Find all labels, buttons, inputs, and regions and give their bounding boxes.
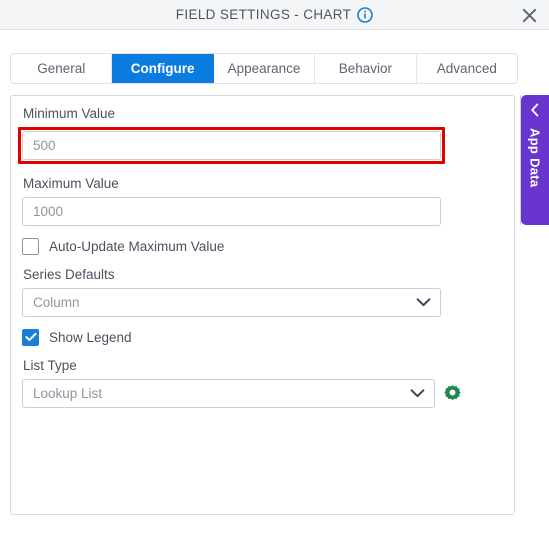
dialog-title-group: FIELD SETTINGS - CHART xyxy=(0,0,549,29)
app-data-label: App Data xyxy=(527,128,543,188)
tab-general[interactable]: General xyxy=(11,54,113,83)
tab-behavior[interactable]: Behavior xyxy=(315,54,417,83)
configure-panel: Minimum Value 500 Maximum Value 1000 Aut… xyxy=(10,95,515,515)
dialog-titlebar: FIELD SETTINGS - CHART xyxy=(0,0,549,30)
page-title: FIELD SETTINGS - CHART xyxy=(175,7,352,22)
auto-update-checkbox[interactable] xyxy=(22,237,39,255)
list-type-select[interactable]: Lookup List xyxy=(22,379,435,408)
show-legend-row[interactable]: Show Legend xyxy=(22,325,462,349)
minimum-value-highlight: 500 xyxy=(18,127,445,164)
list-type-row: Lookup List xyxy=(22,379,462,408)
minimum-value-input[interactable]: 500 xyxy=(22,131,441,160)
chevron-down-icon xyxy=(410,386,425,401)
info-circle-icon[interactable] xyxy=(357,6,374,23)
tab-appearance[interactable]: Appearance xyxy=(213,54,316,83)
minimum-value-label: Minimum Value xyxy=(23,106,116,121)
tab-configure[interactable]: Configure xyxy=(112,54,214,83)
maximum-value-label: Maximum Value xyxy=(23,176,119,191)
list-type-label: List Type xyxy=(23,358,77,373)
show-legend-checkbox[interactable] xyxy=(22,328,39,346)
app-data-panel-tab[interactable]: App Data xyxy=(521,95,549,225)
auto-update-maximum-row[interactable]: Auto-Update Maximum Value xyxy=(22,234,462,258)
field-settings-dialog: FIELD SETTINGS - CHART General Configure… xyxy=(0,0,549,534)
settings-tabs: General Configure Appearance Behavior Ad… xyxy=(10,53,518,84)
close-icon[interactable] xyxy=(517,4,541,26)
series-defaults-value: Column xyxy=(33,295,80,310)
series-defaults-label: Series Defaults xyxy=(23,267,115,282)
chevron-down-icon xyxy=(416,295,431,310)
configure-form: Minimum Value 500 Maximum Value 1000 Aut… xyxy=(18,105,462,408)
auto-update-label: Auto-Update Maximum Value xyxy=(49,238,225,254)
maximum-value-input[interactable]: 1000 xyxy=(22,197,441,226)
gear-icon[interactable] xyxy=(443,384,462,403)
show-legend-label: Show Legend xyxy=(49,329,132,345)
list-type-value: Lookup List xyxy=(33,386,103,401)
tab-advanced[interactable]: Advanced xyxy=(416,54,517,83)
series-defaults-select[interactable]: Column xyxy=(22,288,441,317)
chevron-left-icon xyxy=(530,103,540,122)
